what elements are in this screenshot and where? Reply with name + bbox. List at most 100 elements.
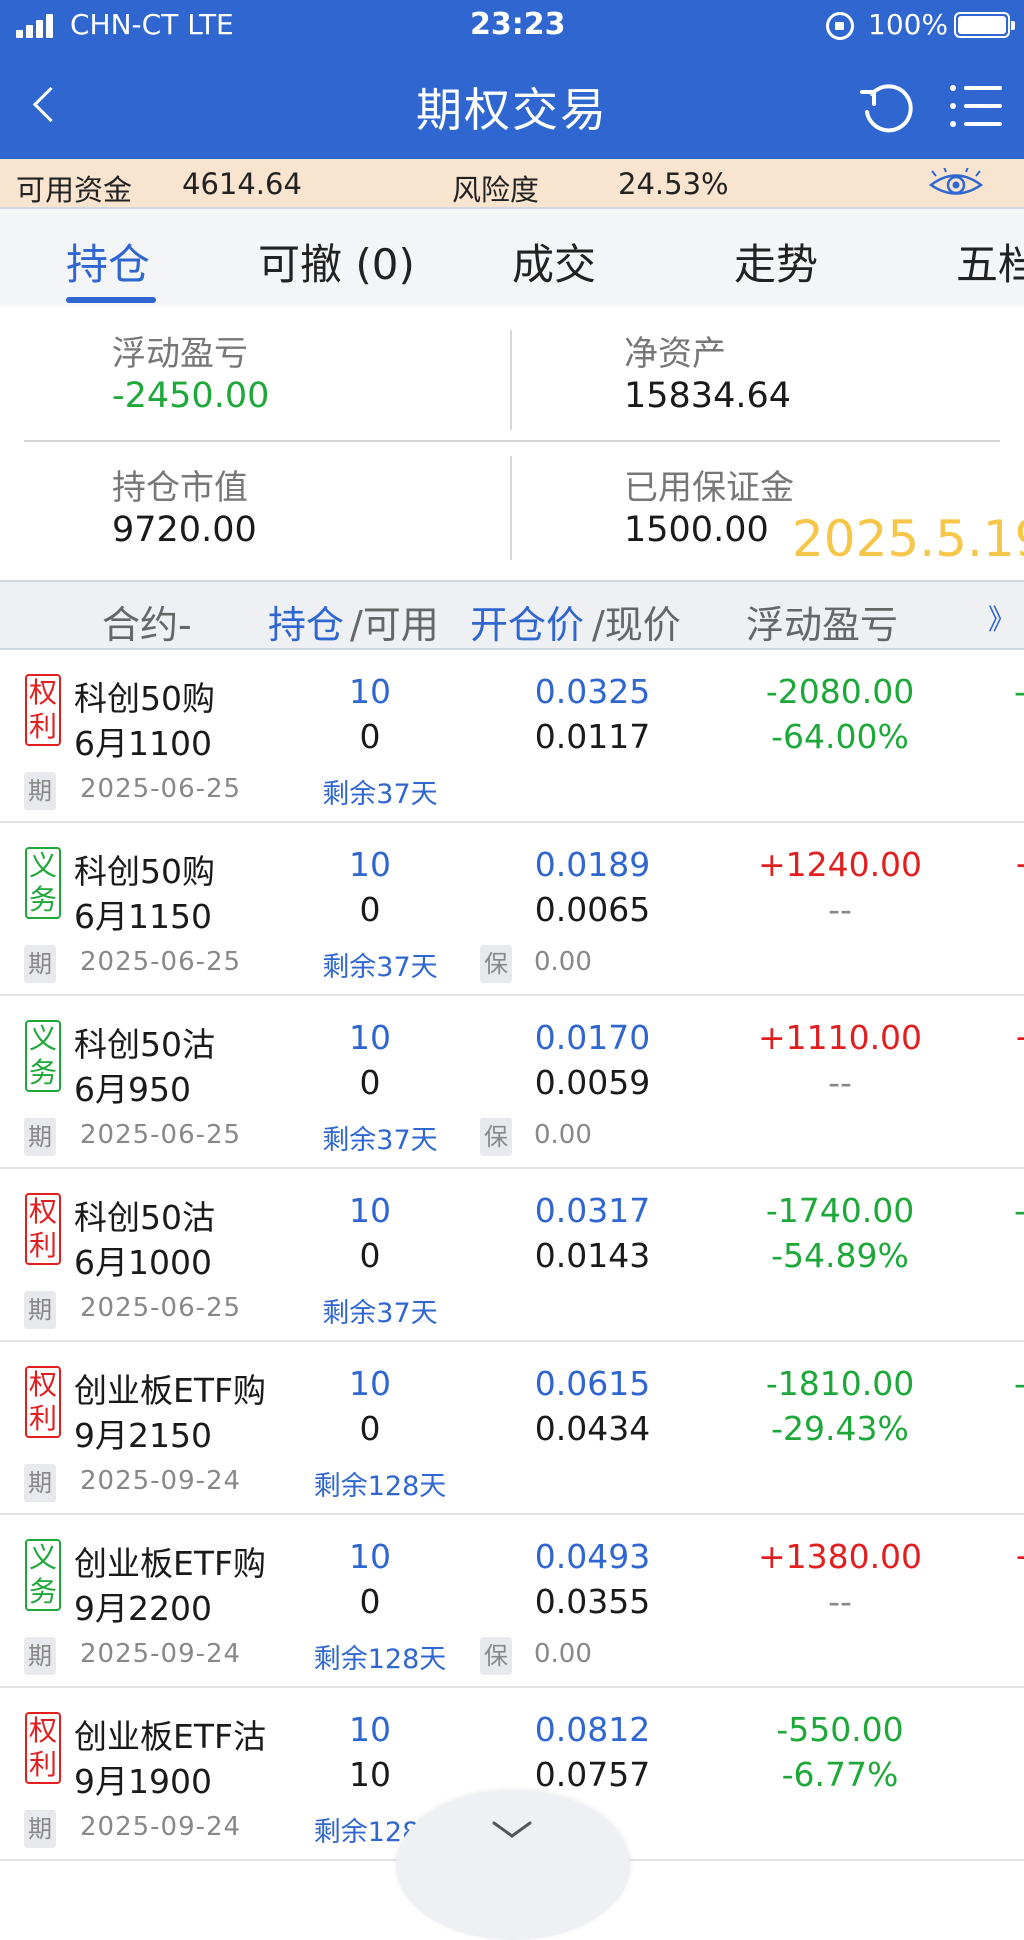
refresh-icon[interactable]: [858, 78, 916, 136]
col-contract[interactable]: 合约-: [102, 594, 192, 649]
float-pnl-percent: --: [828, 1063, 852, 1102]
position-qty: 10: [349, 845, 391, 884]
position-qty: 10: [349, 1710, 391, 1749]
available-qty: 0: [359, 1236, 381, 1275]
menu-icon[interactable]: [950, 82, 1002, 130]
battery-icon: [954, 12, 1015, 38]
battery-percent: 100%: [868, 8, 949, 41]
margin-tag: 保: [480, 945, 512, 983]
available-qty: 0: [359, 717, 381, 756]
clipped-column-value: +: [1014, 845, 1024, 884]
contract-name: 科创50沽: [74, 1025, 215, 1064]
clipped-column-value: +: [1014, 1537, 1024, 1576]
col-position[interactable]: 持仓: [268, 594, 344, 649]
days-remaining: 剩余37天: [322, 1125, 438, 1156]
market-value-label: 持仓市值: [112, 468, 248, 508]
expiry-tag: 期: [24, 1810, 56, 1848]
expiry-tag: 期: [24, 1291, 56, 1329]
table-row[interactable]: 义务 创业板ETF购 9月2200 10 0 0.0493 0.0355 +1380.00 --…: [0, 1515, 1024, 1688]
open-price: 0.0325: [534, 672, 651, 711]
contract-strike: 6月1150: [74, 897, 212, 936]
float-pnl: -2080.00: [765, 672, 915, 711]
days-remaining: 剩余128天: [313, 1471, 447, 1502]
scroll-right-icon[interactable]: 》: [988, 598, 1016, 638]
market-value-value: 9720.00: [112, 510, 257, 550]
tab-trend[interactable]: 走势: [734, 231, 818, 292]
expiry-tag: 期: [24, 1637, 56, 1675]
table-row[interactable]: 权利 创业板ETF购 9月2150 10 0 0.0615 0.0434 -1810.00 -2…: [0, 1342, 1024, 1515]
risk-value: 24.53%: [618, 167, 729, 201]
current-price: 0.0143: [534, 1236, 651, 1275]
margin-tag: 保: [480, 1637, 512, 1675]
float-pnl: -1810.00: [765, 1364, 915, 1403]
tab-trades[interactable]: 成交: [512, 231, 596, 292]
open-price: 0.0189: [534, 845, 651, 884]
option-type-badge: 权利: [25, 1193, 61, 1265]
eye-icon[interactable]: [928, 168, 984, 200]
current-price: 0.0757: [534, 1755, 651, 1794]
status-bar: CHN-CT LTE 23:23 100%: [0, 0, 1024, 52]
available-funds-value: 4614.64: [182, 167, 302, 201]
position-qty: 10: [349, 1018, 391, 1057]
contract-name: 创业板ETF购: [74, 1544, 266, 1583]
float-pnl-value: -2450.00: [112, 376, 270, 416]
net-assets-value: 15834.64: [624, 376, 792, 416]
float-pnl-percent: --: [828, 890, 852, 929]
option-type-badge: 权利: [25, 1712, 61, 1784]
option-type-badge: 权利: [25, 674, 61, 746]
float-pnl: +1240.00: [757, 845, 923, 884]
expand-button[interactable]: [396, 1790, 630, 1940]
days-remaining: 剩余37天: [322, 952, 438, 983]
expiry-tag: 期: [24, 772, 56, 810]
float-pnl-label: 浮动盈亏: [112, 334, 248, 374]
float-pnl: -1740.00: [765, 1191, 915, 1230]
expiry-date: 2025-06-25: [80, 774, 242, 804]
contract-strike: 9月2200: [74, 1589, 212, 1628]
table-row[interactable]: 义务科创50沽 6月950 10 0 0.0170 0.0059 +1110.00 -- + 期2…: [0, 996, 1024, 1169]
position-qty: 10: [349, 672, 391, 711]
fund-bar: 可用资金 4614.64 风险度 24.53%: [0, 159, 1024, 209]
float-pnl: -550.00: [776, 1710, 904, 1749]
contract-strike: 6月1100: [74, 724, 212, 763]
active-tab-indicator: [66, 297, 156, 303]
available-qty: 10: [349, 1755, 391, 1794]
contract-name: 创业板ETF沽: [74, 1717, 266, 1756]
table-row[interactable]: 权利 科创50沽 6月1000 10 0 0.0317 0.0143 -1740.00 -54.…: [0, 1169, 1024, 1342]
clipped-column-value: +: [1014, 1018, 1024, 1057]
chevron-down-icon: [492, 1821, 532, 1838]
table-row[interactable]: 权利 科创50购 6月1100 10 0 0.0325 0.0117 -2080.00 -64.…: [0, 650, 1024, 823]
expiry-date: 2025-09-24: [80, 1812, 242, 1842]
option-type-badge: 义务: [25, 847, 61, 919]
tab-five-levels[interactable]: 五档: [956, 231, 1024, 292]
clipped-column-value: -: [1014, 1191, 1024, 1230]
open-price: 0.0317: [534, 1191, 651, 1230]
available-qty: 0: [359, 890, 381, 929]
col-float-pnl: 浮动盈亏: [746, 603, 899, 647]
available-qty: 0: [359, 1063, 381, 1102]
divider: [510, 330, 512, 430]
current-price: 0.0117: [534, 717, 651, 756]
position-qty: 10: [349, 1364, 391, 1403]
col-open-price[interactable]: 开仓价: [470, 594, 584, 649]
margin-value: 0.00: [534, 1120, 592, 1150]
open-price: 0.0170: [534, 1018, 651, 1057]
days-remaining: 剩余37天: [322, 1298, 438, 1329]
position-qty: 10: [349, 1537, 391, 1576]
current-price: 0.0434: [534, 1409, 651, 1448]
expiry-date: 2025-06-25: [80, 1293, 242, 1323]
signal-icon: [16, 14, 60, 38]
expiry-tag: 期: [24, 945, 56, 983]
tab-cancelable[interactable]: 可撤 (0): [258, 231, 415, 292]
contract-name: 科创50购: [74, 679, 215, 718]
tab-positions[interactable]: 持仓: [66, 231, 150, 292]
float-pnl-percent: --: [828, 1582, 852, 1621]
contract-name: 科创50购: [74, 852, 215, 891]
current-price: 0.0059: [534, 1063, 651, 1102]
float-pnl-percent: -54.89%: [771, 1236, 909, 1275]
days-remaining: 剩余37天: [322, 779, 438, 810]
tab-bar: 持仓 可撤 (0) 成交 走势 五档: [0, 209, 1024, 306]
date-watermark: 2025.5.19: [792, 510, 1024, 568]
table-row[interactable]: 义务科创50购 6月1150 10 0 0.0189 0.0065 +1240.00 -- + 期…: [0, 823, 1024, 996]
margin-value: 0.00: [534, 1639, 592, 1669]
float-pnl-percent: -29.43%: [771, 1409, 909, 1448]
